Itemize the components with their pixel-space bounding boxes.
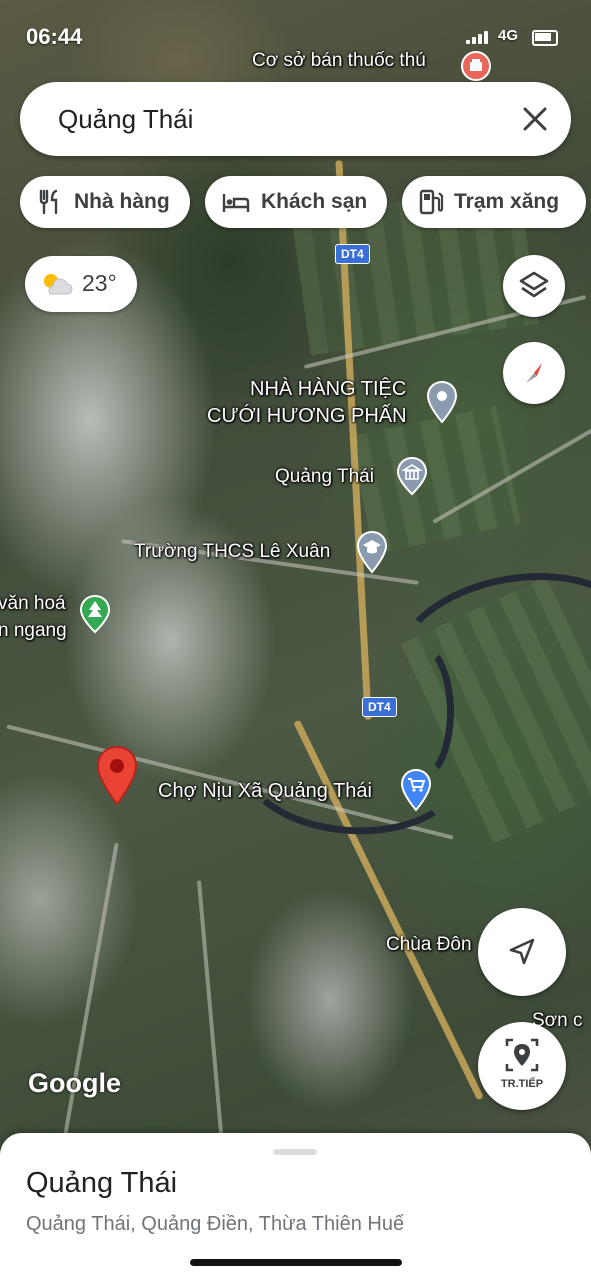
battery-icon: [532, 30, 558, 46]
status-bar: 06:44 4G: [0, 0, 591, 70]
map-label-park[interactable]: văn hoá: [0, 593, 66, 615]
live-location-icon: [505, 1038, 539, 1072]
chip-hotels[interactable]: Khách sạn: [205, 176, 387, 228]
map-label-temple[interactable]: Chùa Đôn: [386, 934, 472, 956]
route-shield: DT4: [335, 244, 370, 264]
compass-icon: [526, 363, 542, 383]
shopping-cart-pin-icon[interactable]: [399, 768, 433, 817]
place-address: Quảng Thái, Quảng Điền, Thừa Thiên Huế: [26, 1213, 405, 1235]
network-type: 4G: [498, 27, 519, 44]
chip-gas-stations[interactable]: Trạm xăng: [402, 176, 586, 228]
signal-strength-icon: [466, 30, 490, 44]
close-icon[interactable]: [514, 98, 556, 140]
chip-label: Nhà hàng: [74, 190, 170, 213]
place-bottom-sheet[interactable]: Quảng Thái Quảng Thái, Quảng Điền, Thừa …: [0, 1133, 591, 1280]
weather-badge[interactable]: 23°: [25, 256, 137, 312]
restaurant-icon: [39, 189, 58, 215]
partly-cloudy-icon: [44, 274, 73, 295]
map-label-market[interactable]: Chợ Nịu Xã Quảng Thái: [158, 780, 372, 803]
map-label-park-line2[interactable]: n ngang: [0, 620, 67, 642]
start-label: TR.TIẾP: [500, 1078, 544, 1090]
status-time: 06:44: [26, 24, 83, 49]
place-pin-icon[interactable]: [426, 380, 458, 429]
gas-station-icon: [419, 189, 444, 215]
chip-label: Khách sạn: [261, 190, 368, 213]
town-hall-pin-icon[interactable]: [396, 456, 428, 501]
compass-button[interactable]: [503, 342, 565, 404]
map-label-school[interactable]: Trường THCS Lê Xuân: [134, 541, 330, 563]
place-title: Quảng Thái: [26, 1167, 178, 1199]
map-label-admin[interactable]: Quảng Thái: [275, 466, 374, 488]
start-navigation-button[interactable]: TR.TIẾP: [478, 1022, 566, 1110]
school-pin-icon[interactable]: [356, 530, 388, 579]
layers-button[interactable]: [503, 255, 565, 317]
home-indicator[interactable]: [190, 1259, 402, 1266]
drag-handle[interactable]: [273, 1149, 317, 1155]
park-pin-icon[interactable]: [79, 594, 111, 639]
google-attribution-logo: Google: [28, 1068, 121, 1098]
my-location-button[interactable]: [478, 908, 566, 996]
selected-location-pin-icon[interactable]: [95, 745, 139, 812]
weather-temperature: 23°: [82, 270, 117, 296]
hotel-icon: [222, 194, 250, 212]
chip-restaurants[interactable]: Nhà hàng: [20, 176, 190, 228]
search-query[interactable]: Quảng Thái: [58, 104, 193, 135]
chip-label: Trạm xăng: [454, 190, 560, 213]
map-label-restaurant[interactable]: NHÀ HÀNG TIỆC: [250, 378, 406, 401]
route-shield: DT4: [362, 697, 397, 717]
layers-icon: [519, 271, 549, 298]
search-bar[interactable]: Quảng Thái: [20, 82, 571, 156]
map-label-restaurant-line2[interactable]: CƯỚI HƯƠNG PHẤN: [207, 405, 407, 428]
navigation-arrow-icon: [509, 938, 535, 965]
